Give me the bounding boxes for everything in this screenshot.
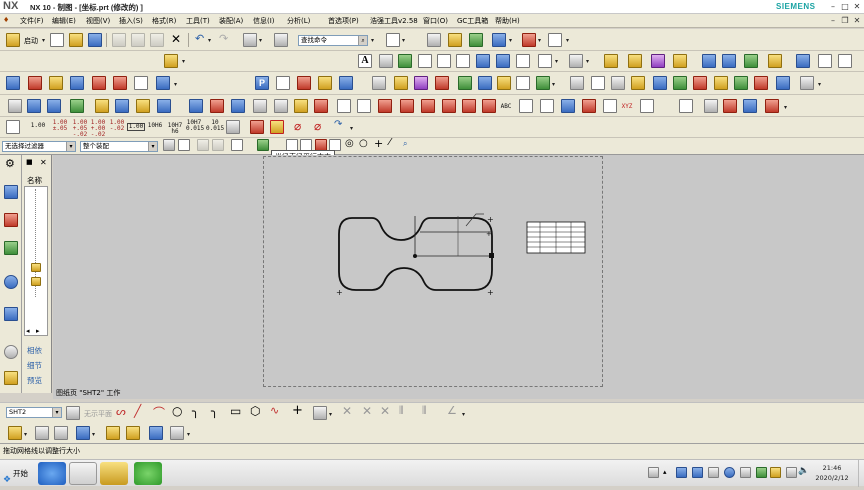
tray-app-c-icon[interactable] [708,467,719,478]
sheet-select-value: SHT2 [9,408,27,416]
tray-app-a-icon[interactable] [676,467,687,478]
offset-icon[interactable] [313,406,327,420]
utility-add-dropdown-icon[interactable]: ▾ [92,432,97,438]
anchor-point-left [413,254,417,258]
clock-time: 21:46 [822,464,842,472]
view-plane-hint: 无示平面 [84,410,112,418]
taskbar: ❖ 开始 ▴ 🔈 21:46 2020/2/12 [0,459,864,487]
point-icon[interactable]: + [292,403,303,418]
circle-tool-icon[interactable]: ○ [172,404,182,418]
corner-icon[interactable]: ✕ [380,404,390,418]
sheet-list-icon[interactable] [66,406,80,420]
tray-app-d-icon[interactable] [740,467,751,478]
line-icon[interactable]: ╱ [134,404,141,418]
chevron-down-icon[interactable]: ▾ [52,408,61,417]
taskbar-app-wechat-icon[interactable] [134,462,162,485]
utility-move-icon[interactable] [106,426,120,440]
sheet-select[interactable]: SHT2 ▾ [6,407,62,418]
tray-app-b-icon[interactable] [692,467,703,478]
tray-app-e-icon[interactable] [756,467,767,478]
sketch-toolbar: SHT2 ▾ 无示平面 ᔕ ╱ ⌒ ○ ╮ ╮ ▭ ⬡ ∿ + ▾ ✕ ✕ ✕ ⫴… [0,402,864,423]
utility-toolbar: ▾ ▾ ▾ [0,423,864,443]
windows-logo-icon: ❖ [3,475,12,485]
marker-plus: + [486,230,492,238]
utility-group-icon[interactable] [126,426,140,440]
fillet-icon[interactable]: ╮ [192,404,199,418]
chamfer-icon[interactable]: ╮ [211,404,218,418]
start-button[interactable]: ❖ 开始 [2,464,36,485]
offset-dropdown-icon[interactable]: ▾ [329,412,334,418]
utility-layout-icon[interactable] [149,426,163,440]
marker-plus: + [336,288,343,297]
anchor-point-right [489,253,494,258]
clock-date: 2020/2/12 [815,474,849,482]
utility-grid-icon[interactable] [54,426,68,440]
utility-add-icon[interactable] [76,426,90,440]
taskbar-app-explorer-icon[interactable] [100,462,128,485]
tray-app-f-icon[interactable] [770,467,781,478]
spline-icon[interactable]: ∿ [270,404,279,417]
network-icon[interactable] [786,467,797,478]
utility-cube-icon[interactable] [170,426,184,440]
utility-gear-icon[interactable] [35,426,49,440]
trim-icon[interactable]: ✕ [342,404,352,418]
coordinate-table [526,221,586,254]
polygon-icon[interactable]: ⬡ [250,404,260,418]
taskbar-app-nx-icon[interactable] [69,462,97,485]
utility-start-dropdown-icon[interactable]: ▾ [24,432,29,438]
extend-icon[interactable]: ✕ [362,404,372,418]
show-desktop-button[interactable] [858,460,864,487]
part-outline [338,217,493,291]
pattern-icon[interactable]: ⫴ [422,404,427,418]
sheet-status: 图纸页 "SHT2" 工作 [53,388,864,399]
start-label: 开始 [13,469,28,478]
tray-expand-icon[interactable]: ▴ [663,468,667,476]
utility-start-icon[interactable] [8,426,22,440]
rectangle-icon[interactable]: ▭ [230,404,241,418]
tray-keyboard-icon[interactable] [648,467,659,478]
cue-line: 拖动网格线以调整行大小 [0,443,864,459]
arc-icon[interactable]: ⌒ [153,404,165,421]
taskbar-clock[interactable]: 21:46 2020/2/12 [808,463,856,483]
marker-plus: + [487,215,494,224]
utility-cube-dropdown-icon[interactable]: ▾ [187,432,192,438]
profile-icon[interactable]: ᔕ [116,405,126,418]
radius-leader [465,213,484,227]
taskbar-app-browser-icon[interactable] [38,462,66,485]
constraint-dropdown-icon[interactable]: ▾ [462,412,467,418]
constraint-icon[interactable]: ∠ [447,404,457,417]
mirror-icon[interactable]: ⫴ [399,404,404,418]
marker-plus: + [487,288,494,297]
bluetooth-icon[interactable] [724,467,735,478]
